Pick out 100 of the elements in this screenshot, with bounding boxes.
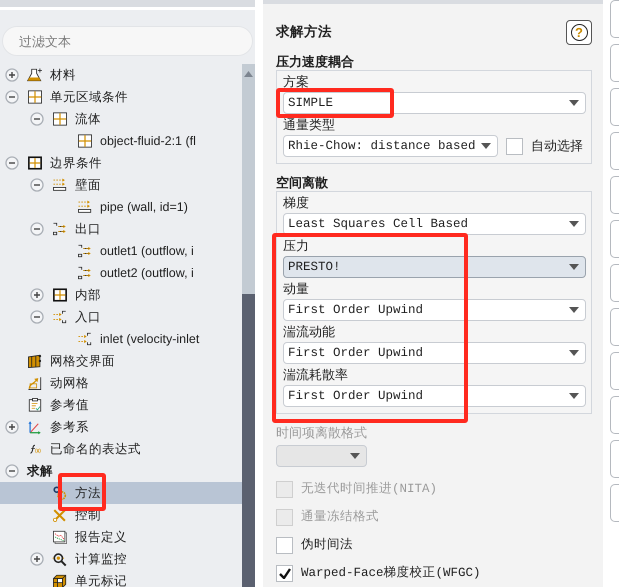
tree-item[interactable]: 壁面 bbox=[0, 174, 242, 196]
tree-item[interactable]: 求解 bbox=[0, 460, 242, 482]
tree-item[interactable]: object-fluid-2:1 (fl bbox=[0, 130, 242, 152]
tree-label: 报告定义 bbox=[75, 528, 127, 546]
grid-icon bbox=[25, 88, 45, 106]
tree-label: 壁面 bbox=[75, 176, 101, 194]
caret-icon bbox=[350, 453, 360, 459]
field-label: 湍流动能 bbox=[283, 323, 336, 341]
section-title: 空间离散 bbox=[276, 175, 329, 191]
toolbar-button[interactable] bbox=[610, 132, 619, 170]
collapse-icon[interactable] bbox=[5, 90, 19, 104]
checkbox-label: 无迭代时间推进(NITA) bbox=[301, 480, 438, 498]
tree-label: inlet (velocity-inlet bbox=[100, 330, 200, 348]
caret-icon bbox=[569, 307, 579, 313]
tree-item[interactable]: 出口 bbox=[0, 218, 242, 240]
toolbar-button[interactable] bbox=[610, 88, 619, 126]
toolbar-button[interactable] bbox=[610, 44, 619, 82]
tree-label: 动网格 bbox=[50, 374, 89, 392]
tree-item[interactable]: 单元区域条件 bbox=[0, 86, 242, 108]
tree-item[interactable]: 参考系 bbox=[0, 416, 242, 438]
tree-item[interactable]: 参考值 bbox=[0, 394, 242, 416]
check-icon bbox=[278, 568, 290, 578]
expand-icon[interactable] bbox=[5, 420, 19, 434]
tree-item[interactable]: outlet1 (outflow, i bbox=[0, 240, 242, 262]
tree-item[interactable]: outlet2 (outflow, i bbox=[0, 262, 242, 284]
tree-label: 参考系 bbox=[50, 418, 89, 436]
tree-label: outlet1 (outflow, i bbox=[100, 242, 194, 260]
tree-item[interactable]: 边界条件 bbox=[0, 152, 242, 174]
toolbar-button[interactable] bbox=[610, 308, 619, 346]
scroll-up-icon bbox=[244, 71, 253, 77]
panel-title: 求解方法 bbox=[276, 23, 332, 42]
field-label: 通量类型 bbox=[283, 116, 336, 134]
collapse-icon[interactable] bbox=[30, 310, 44, 324]
collapse-icon[interactable] bbox=[30, 112, 44, 126]
dropdown[interactable]: Least Squares Cell Based bbox=[283, 213, 586, 235]
checkbox[interactable] bbox=[506, 138, 523, 154]
tree-item[interactable]: 材料 bbox=[0, 64, 242, 86]
expand-icon[interactable] bbox=[30, 288, 44, 302]
tree-label: 参考值 bbox=[50, 396, 89, 414]
tree-item[interactable]: 方法 bbox=[0, 482, 242, 504]
expand-icon[interactable] bbox=[5, 68, 19, 82]
tree-label: outlet2 (outflow, i bbox=[100, 264, 194, 282]
toolbar-button[interactable] bbox=[610, 220, 619, 258]
tree-label: 流体 bbox=[75, 110, 101, 128]
checkbox[interactable] bbox=[276, 536, 293, 554]
tree-item[interactable]: 报告定义 bbox=[0, 526, 242, 548]
tree-item[interactable]: 流体 bbox=[0, 108, 242, 130]
checkbox-label: 通量冻结格式 bbox=[301, 508, 379, 526]
dropdown[interactable]: SIMPLE bbox=[283, 92, 586, 114]
collapse-icon[interactable] bbox=[30, 222, 44, 236]
toolbar-button[interactable] bbox=[610, 0, 619, 38]
tree-item[interactable]: 已命名的表达式 bbox=[0, 438, 242, 460]
tree-label: object-fluid-2:1 (fl bbox=[100, 132, 196, 150]
dropdown[interactable]: First Order Upwind bbox=[283, 299, 586, 321]
expand-icon[interactable] bbox=[30, 552, 44, 566]
tree-item[interactable]: inlet (velocity-inlet bbox=[0, 328, 242, 350]
field-label: 梯度 bbox=[283, 194, 310, 212]
tree-label: 入口 bbox=[75, 308, 101, 326]
tree-item[interactable]: 内部 bbox=[0, 284, 242, 306]
caret-icon bbox=[481, 143, 491, 149]
dropdown[interactable]: First Order Upwind bbox=[283, 342, 586, 364]
tree-label: pipe (wall, id=1) bbox=[100, 198, 188, 216]
tree-label: 方法 bbox=[75, 484, 101, 502]
tree-item[interactable]: 单元标记 bbox=[0, 570, 242, 587]
scrollbar[interactable] bbox=[242, 64, 255, 587]
tree-label: 出口 bbox=[75, 220, 101, 238]
collapse-icon[interactable] bbox=[30, 178, 44, 192]
caret-icon bbox=[569, 100, 579, 106]
caret-icon bbox=[569, 264, 579, 270]
toolbar-button[interactable] bbox=[610, 440, 619, 478]
tree-item[interactable]: 网格交界面 bbox=[0, 350, 242, 372]
toolbar-button[interactable] bbox=[610, 396, 619, 434]
field-label: 方案 bbox=[283, 73, 310, 91]
toolbar-button[interactable] bbox=[610, 352, 619, 390]
tree-item[interactable]: 入口 bbox=[0, 306, 242, 328]
dropdown[interactable]: PRESTO! bbox=[283, 256, 586, 278]
tree-label: 边界条件 bbox=[50, 154, 102, 172]
filter-field[interactable]: 过滤文本 bbox=[2, 26, 253, 56]
checkbox-label: 伪时间法 bbox=[301, 536, 353, 554]
toolbar-button[interactable] bbox=[610, 264, 619, 302]
dropdown[interactable]: Rhie-Chow: distance based bbox=[283, 135, 498, 157]
tree-label: 单元区域条件 bbox=[50, 88, 128, 106]
dropdown[interactable]: First Order Upwind bbox=[283, 385, 586, 407]
section-title: 压力速度耦合 bbox=[276, 54, 355, 70]
toolbar-button[interactable] bbox=[610, 176, 619, 214]
field-label: 压力 bbox=[283, 237, 310, 255]
tree-item[interactable]: pipe (wall, id=1) bbox=[0, 196, 242, 218]
checkbox-label: 自动选择 bbox=[531, 137, 583, 156]
tree-item[interactable]: 动网格 bbox=[0, 372, 242, 394]
chart-icon bbox=[50, 528, 70, 546]
collapse-icon[interactable] bbox=[5, 156, 19, 170]
collapse-icon[interactable] bbox=[5, 464, 19, 478]
grid-icon bbox=[75, 132, 95, 150]
tree-label: 材料 bbox=[50, 66, 76, 84]
tree-label: 网格交界面 bbox=[50, 352, 115, 370]
grid-icon bbox=[50, 286, 70, 304]
grid-icon bbox=[50, 110, 70, 128]
toolbar-button[interactable] bbox=[610, 484, 619, 522]
checkbox[interactable] bbox=[276, 564, 293, 582]
tree-item[interactable]: 计算监控 bbox=[0, 548, 242, 570]
